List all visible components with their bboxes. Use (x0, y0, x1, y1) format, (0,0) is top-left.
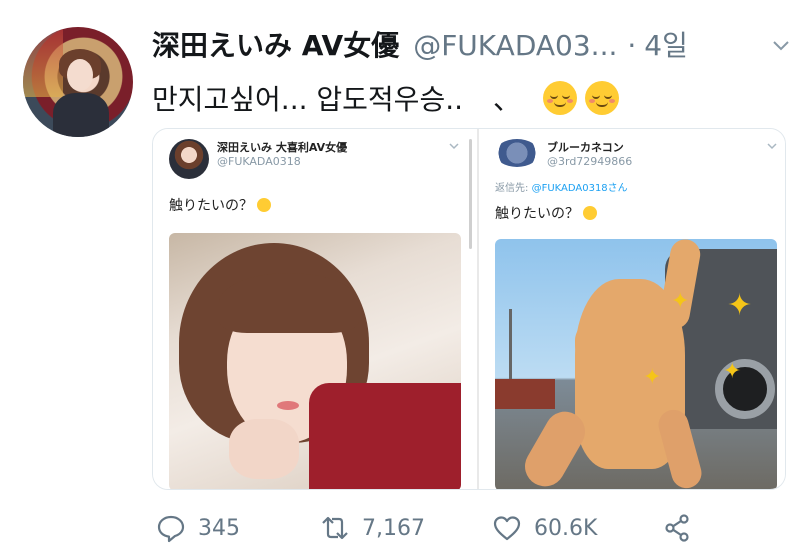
share-button[interactable] (662, 508, 692, 548)
retweet-button[interactable]: 7,167 (320, 508, 425, 548)
mini-avatar (495, 139, 539, 167)
mini-tweet-text: 触りたいの？ (495, 203, 597, 223)
reply-prefix: 返信先: (495, 183, 529, 194)
tweet-text-suffix: 、 (493, 83, 522, 116)
chevron-down-icon[interactable] (772, 36, 790, 54)
screenshot-right: ブルーカネコン @3rd72949866 返信先: @FUKADA0318さん … (479, 129, 785, 489)
mini-tweet-text-content: 触りたいの？ (169, 198, 253, 214)
tweet-actions: 345 7,167 60.6K (152, 508, 792, 548)
sparkle-icon: ✦ (727, 288, 753, 323)
heart-icon (493, 516, 521, 541)
tweet-header: 深田えいみ AV女優 @FUKADA03... · 4일 (152, 24, 688, 64)
scrollbar (469, 139, 472, 249)
relieved-face-icon (585, 81, 620, 115)
tweet-time[interactable]: 4일 (644, 24, 688, 64)
sparkle-icon: ✦ (723, 359, 742, 384)
reply-to-line: 返信先: @FUKADA0318さん (495, 179, 628, 194)
woman-photo (169, 233, 461, 489)
retweet-icon (322, 516, 348, 540)
relieved-face-icon (583, 206, 597, 220)
tweet-media[interactable]: 深田えいみ 大喜利AV女優 @FUKADA0318 触りたいの？ ブルーカネコン… (152, 128, 786, 490)
tweet-body: 만지고싶어... 압도적우승.. 、 (152, 78, 620, 118)
reply-count: 345 (198, 515, 240, 541)
cat-photo: ✦ ✦ ✦ ✦ (495, 239, 777, 489)
screenshot-left: 深田えいみ 大喜利AV女優 @FUKADA0318 触りたいの？ (153, 129, 477, 489)
mini-author-name: 深田えいみ 大喜利AV女優 (217, 141, 348, 154)
relieved-face-icon (257, 198, 271, 212)
reply-icon (157, 515, 185, 543)
retweet-count: 7,167 (362, 515, 425, 541)
author-handle[interactable]: @FUKADA03... (413, 29, 617, 62)
sparkle-icon: ✦ (643, 365, 662, 390)
reply-button[interactable]: 345 (156, 508, 240, 548)
chevron-down-icon (767, 143, 777, 150)
author-avatar[interactable] (23, 27, 133, 137)
separator-dot: · (627, 29, 637, 62)
share-icon (665, 514, 689, 542)
mini-author-name: ブルーカネコン (547, 141, 624, 154)
like-button[interactable]: 60.6K (492, 508, 597, 548)
mini-tweet-text: 触りたいの？ (169, 195, 271, 215)
tweet-text: 만지고싶어... 압도적우승.. (152, 83, 464, 116)
mini-tweet-text-content: 触りたいの？ (495, 206, 579, 222)
chevron-down-icon (449, 143, 459, 150)
relieved-face-icon (543, 81, 578, 115)
mini-avatar (169, 139, 209, 179)
reply-mention: @FUKADA0318さん (531, 183, 628, 194)
mini-author-handle: @FUKADA0318 (217, 155, 301, 168)
author-name[interactable]: 深田えいみ AV女優 (152, 24, 399, 64)
sparkle-icon: ✦ (671, 289, 690, 314)
mini-author-handle: @3rd72949866 (547, 155, 633, 168)
like-count: 60.6K (534, 515, 598, 541)
